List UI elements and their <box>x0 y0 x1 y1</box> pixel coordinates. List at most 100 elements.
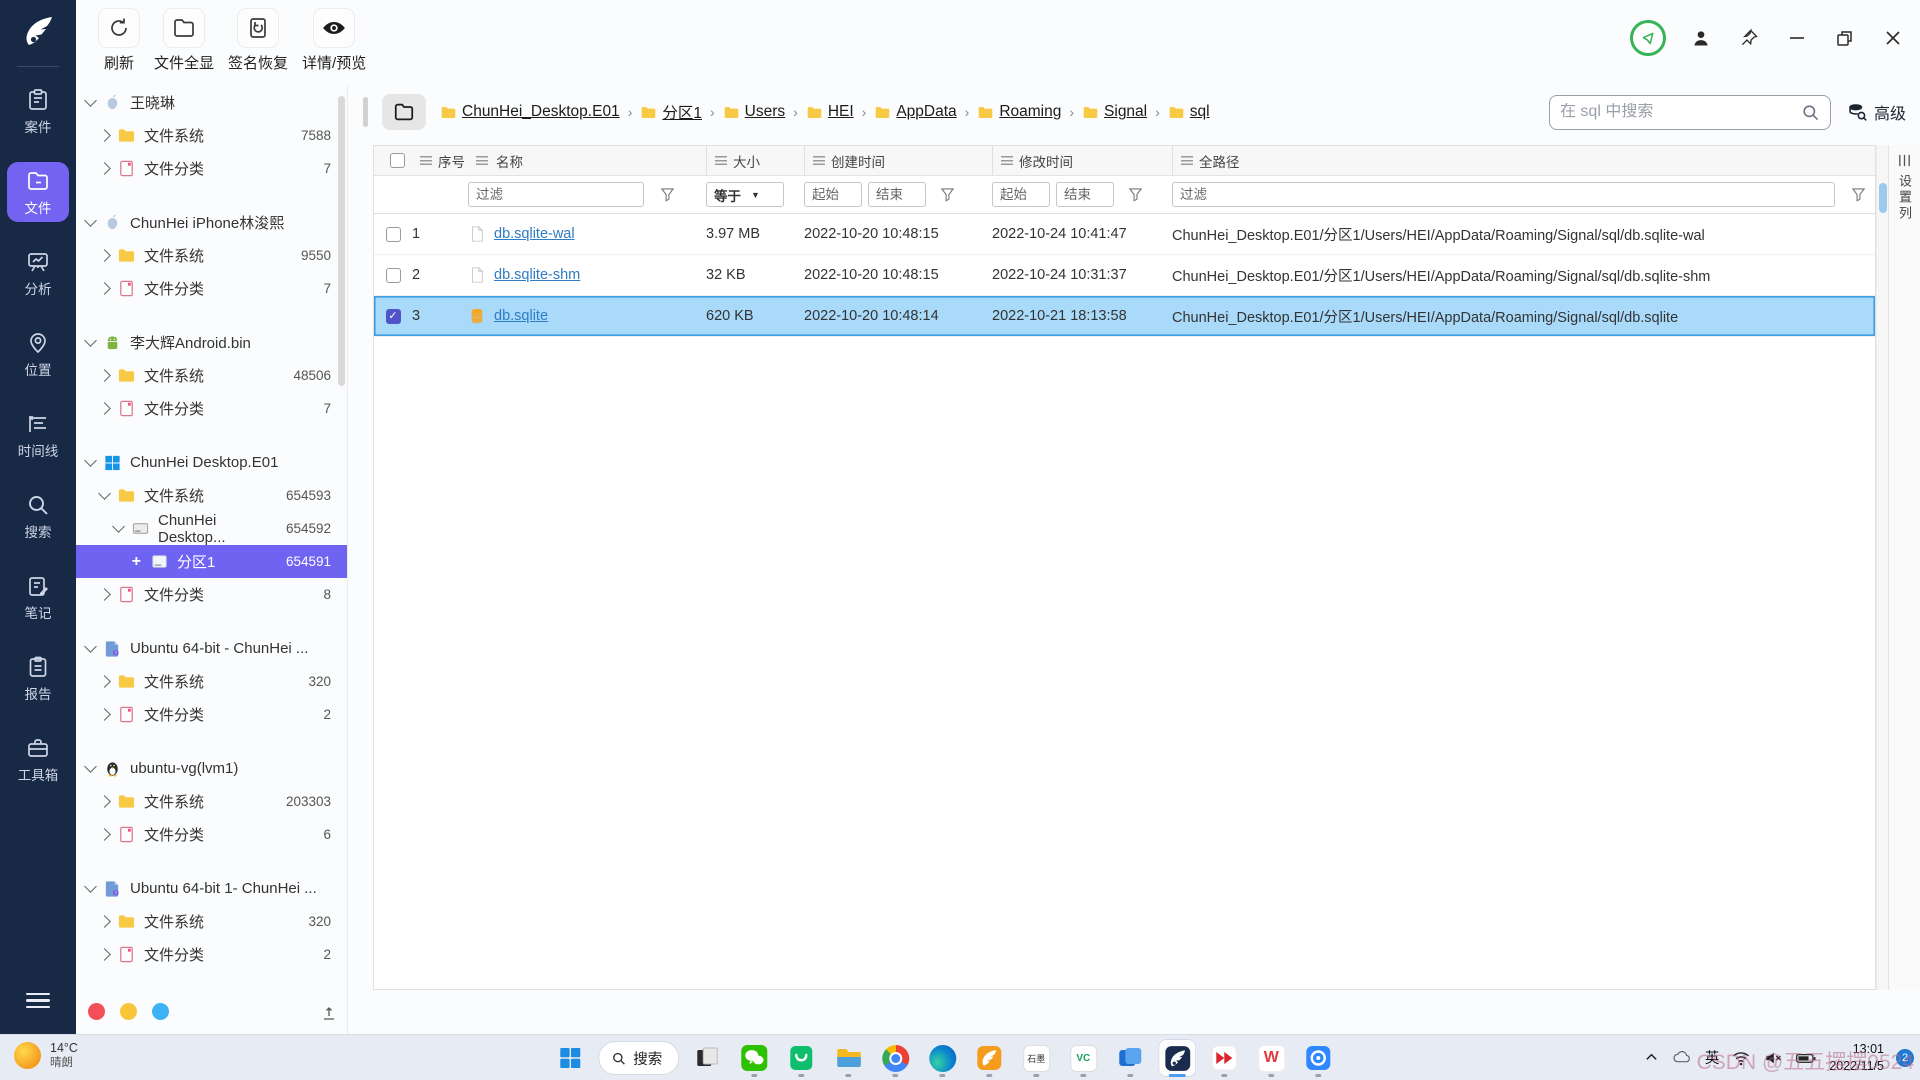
table-row[interactable]: 1 db.sqlite-wal 3.97 MB 2022-10-20 10:48… <box>374 214 1875 255</box>
sidebar-item-files[interactable]: 文件 <box>7 162 69 222</box>
tree-item-categories[interactable]: 文件分类 8 <box>76 578 347 611</box>
tree-item-categories[interactable]: 文件分类 7 <box>76 392 347 425</box>
sidebar-item-location[interactable]: 位置 <box>7 324 69 384</box>
chevron-right-icon[interactable] <box>98 675 111 688</box>
chrome-icon[interactable] <box>876 1039 914 1077</box>
advanced-search-button[interactable]: 高级 <box>1847 100 1906 124</box>
remote-control-app-icon[interactable] <box>1299 1039 1337 1077</box>
taskbar-clock[interactable]: 13:01 2022/11/5 <box>1829 1041 1884 1075</box>
breadcrumb-item[interactable]: AppData <box>874 103 956 121</box>
chevron-right-icon[interactable] <box>98 282 111 295</box>
row-checkbox-checked[interactable]: ✓ <box>386 309 401 324</box>
details-preview-button[interactable]: 详情/预览 <box>302 8 366 73</box>
path-filter-input[interactable] <box>1172 182 1835 207</box>
menu-hamburger-icon[interactable] <box>26 989 50 1013</box>
wechat-icon[interactable] <box>735 1039 773 1077</box>
header-path[interactable]: 全路径 <box>1172 146 1875 175</box>
tree-item-filesystem[interactable]: 文件系统 320 <box>76 905 347 938</box>
header-size[interactable]: 大小 <box>706 146 804 175</box>
start-button[interactable] <box>551 1039 589 1077</box>
task-view-icon[interactable] <box>688 1039 726 1077</box>
status-badge-icon[interactable] <box>1630 20 1666 56</box>
wps-icon[interactable]: W <box>1252 1039 1290 1077</box>
minimize-button[interactable] <box>1784 25 1810 51</box>
forensic-app-orange-icon[interactable] <box>970 1039 1008 1077</box>
tree-item-device[interactable]: ? Ubuntu 64-bit - ChunHei ... <box>76 632 347 665</box>
modified-start-input[interactable] <box>992 182 1050 207</box>
edge-icon[interactable] <box>923 1039 961 1077</box>
size-operator-select[interactable]: 等于▼ <box>706 182 784 207</box>
tree-item-categories[interactable]: 文件分类 6 <box>76 818 347 851</box>
filter-funnel-icon[interactable] <box>1128 187 1144 202</box>
tree-item-device[interactable]: 李大辉Android.bin <box>76 326 347 359</box>
chevron-right-icon[interactable] <box>98 162 111 175</box>
chevron-down-icon[interactable] <box>84 334 97 347</box>
chevron-down-icon[interactable] <box>84 214 97 227</box>
grid-scrollbar[interactable] <box>1876 145 1888 990</box>
close-button[interactable] <box>1880 25 1906 51</box>
tree-item-device[interactable]: ubuntu-vg(lvm1) <box>76 752 347 785</box>
breadcrumb-item[interactable]: Users <box>723 103 785 121</box>
tree-item-disk[interactable]: ChunHei Desktop... 654592 <box>76 512 347 545</box>
sidebar-item-timeline[interactable]: 时间线 <box>7 405 69 465</box>
taskbar-search[interactable]: 搜索 <box>598 1041 679 1075</box>
sidebar-item-report[interactable]: 报告 <box>7 648 69 708</box>
chevron-down-icon[interactable] <box>112 520 125 533</box>
sidebar-item-notes[interactable]: 笔记 <box>7 567 69 627</box>
red-recorder-app-icon[interactable] <box>1205 1039 1243 1077</box>
breadcrumb-item[interactable]: sql <box>1168 103 1210 121</box>
battery-icon[interactable] <box>1795 1048 1817 1068</box>
sidebar-item-analysis[interactable]: 分析 <box>7 243 69 303</box>
expand-plus-icon[interactable]: + <box>130 556 142 568</box>
chevron-down-icon[interactable] <box>84 760 97 773</box>
column-settings-strip[interactable]: 设置列 <box>1888 145 1920 990</box>
table-row[interactable]: 2 db.sqlite-shm 32 KB 2022-10-20 10:48:1… <box>374 255 1875 296</box>
breadcrumb-item[interactable]: 分区1 <box>640 101 702 123</box>
breadcrumb-item[interactable]: Roaming <box>977 103 1061 121</box>
user-account-icon[interactable] <box>1688 25 1714 51</box>
chevron-right-icon[interactable] <box>98 828 111 841</box>
shimo-docs-icon[interactable]: 石墨 <box>1017 1039 1055 1077</box>
signature-recovery-button[interactable]: 签名恢复 <box>228 8 288 73</box>
forensic-app-active-icon[interactable] <box>1158 1039 1196 1077</box>
chevron-right-icon[interactable] <box>98 129 111 142</box>
app-store-icon[interactable] <box>782 1039 820 1077</box>
tree-item-filesystem[interactable]: 文件系统 9550 <box>76 239 347 272</box>
tray-chevron-up-icon[interactable] <box>1644 1050 1659 1065</box>
onedrive-cloud-icon[interactable] <box>1671 1047 1693 1069</box>
pin-icon[interactable] <box>1736 25 1762 51</box>
table-row-selected[interactable]: ✓ 3 db.sqlite 620 KB 2022-10-20 10:48:14… <box>374 296 1875 337</box>
file-link[interactable]: db.sqlite-wal <box>494 226 575 242</box>
chevron-right-icon[interactable] <box>98 795 111 808</box>
chevron-down-icon[interactable] <box>84 94 97 107</box>
sidebar-item-toolbox[interactable]: 工具箱 <box>7 729 69 789</box>
show-all-files-button[interactable]: 文件全显 <box>154 8 214 73</box>
folder-up-button[interactable] <box>382 94 426 130</box>
header-modified[interactable]: 修改时间 <box>992 146 1172 175</box>
tree-scrollbar[interactable] <box>338 96 345 386</box>
created-start-input[interactable] <box>804 182 862 207</box>
chevron-down-icon[interactable] <box>84 880 97 893</box>
chevron-right-icon[interactable] <box>98 708 111 721</box>
breadcrumb-item[interactable]: ChunHei_Desktop.E01 <box>440 103 620 121</box>
wifi-icon[interactable] <box>1731 1048 1751 1068</box>
filter-funnel-icon[interactable] <box>1851 187 1867 202</box>
chevron-right-icon[interactable] <box>98 249 111 262</box>
tree-item-filesystem[interactable]: 文件系统 320 <box>76 665 347 698</box>
breadcrumb-item[interactable]: HEI <box>806 103 854 121</box>
vc-app-icon[interactable]: VC <box>1064 1039 1102 1077</box>
restore-button[interactable] <box>1832 25 1858 51</box>
refresh-button[interactable]: 刷新 <box>98 8 140 73</box>
panel-resize-icon[interactable] <box>321 1006 337 1022</box>
row-checkbox[interactable] <box>386 268 401 283</box>
file-link[interactable]: db.sqlite-shm <box>494 267 580 283</box>
volume-muted-icon[interactable] <box>1763 1048 1783 1068</box>
filter-funnel-icon[interactable] <box>660 187 676 202</box>
select-all-checkbox[interactable] <box>390 153 405 168</box>
search-input[interactable] <box>1560 103 1801 121</box>
tree-item-filesystem[interactable]: 文件系统 203303 <box>76 785 347 818</box>
breadcrumb-item[interactable]: Signal <box>1082 103 1147 121</box>
header-name[interactable]: 名称 <box>468 146 706 175</box>
tree-item-partition-selected[interactable]: + 分区1 654591 <box>76 545 347 578</box>
filter-funnel-icon[interactable] <box>940 187 956 202</box>
